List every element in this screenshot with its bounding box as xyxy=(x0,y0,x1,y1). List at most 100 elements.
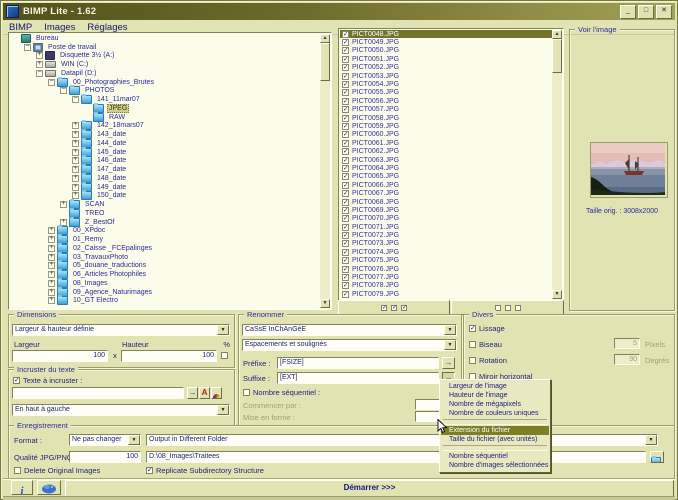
file-item[interactable]: ✓ PICT0061.JPG xyxy=(340,139,552,147)
expand-icon[interactable]: + xyxy=(72,156,79,165)
expand-icon[interactable]: + xyxy=(48,296,55,305)
height-input[interactable]: 100 xyxy=(121,350,217,362)
tree-item[interactable]: +150_date xyxy=(10,190,320,201)
replicate-structure-checkbox[interactable]: ✓ xyxy=(146,467,153,474)
tree-item[interactable]: +144_date xyxy=(10,137,320,148)
minimize-button[interactable]: _ xyxy=(620,4,636,19)
expand-icon[interactable]: + xyxy=(48,270,55,279)
file-checkbox[interactable]: ✓ xyxy=(342,39,349,47)
prefix-input[interactable]: [FSIZE] xyxy=(277,357,439,369)
file-item[interactable]: ✓ PICT0058.JPG xyxy=(340,114,552,122)
file-checkbox[interactable]: ✓ xyxy=(342,215,349,223)
file-checkbox[interactable]: ✓ xyxy=(342,72,349,80)
tree-item[interactable]: − 00_Photographies_Brutes xyxy=(10,76,320,87)
overlay-text-checkbox[interactable]: ✓ xyxy=(13,377,20,384)
file-checkbox[interactable]: ✓ xyxy=(342,97,349,105)
file-checkbox[interactable]: ✓ xyxy=(342,164,349,172)
dimension-mode-select[interactable]: Largeur & hauteur définie ▼ xyxy=(12,324,230,336)
expand-icon[interactable]: + xyxy=(72,121,79,130)
rotate-checkbox[interactable] xyxy=(469,357,476,364)
font-button[interactable]: A xyxy=(199,387,210,399)
tree-item[interactable]: +146_date xyxy=(10,155,320,166)
file-item[interactable]: ✓ PICT0079.JPG xyxy=(340,290,552,298)
file-checkbox[interactable]: ✓ xyxy=(342,122,349,130)
tree-item[interactable]: +08_Images xyxy=(10,277,320,288)
file-item[interactable]: ✓ PICT0053.JPG xyxy=(340,72,552,80)
tree-item[interactable]: +02_Caisse _FCEpalinges xyxy=(10,242,320,253)
file-checkbox[interactable]: ✓ xyxy=(342,114,349,122)
tree-item[interactable]: +00_XPdoc xyxy=(10,225,320,236)
tree-item[interactable]: + WIN (C:) xyxy=(10,60,320,69)
file-checkbox[interactable]: ✓ xyxy=(342,265,349,273)
collapse-icon[interactable]: − xyxy=(24,43,31,51)
chevron-down-icon[interactable]: ▼ xyxy=(444,340,456,350)
tree-item[interactable]: RAW xyxy=(10,111,320,122)
file-item[interactable]: ✓ PICT0059.JPG xyxy=(340,122,552,130)
file-checkbox[interactable]: ✓ xyxy=(342,181,349,189)
scroll-thumb[interactable] xyxy=(552,39,562,73)
file-item[interactable]: ✓ PICT0051.JPG xyxy=(340,55,552,63)
expand-icon[interactable]: + xyxy=(72,165,79,174)
donate-button[interactable] xyxy=(37,480,61,495)
format-select[interactable]: Ne pas changer ▼ xyxy=(69,434,141,446)
tree-item[interactable]: +06_Articles Photophiles xyxy=(10,269,320,280)
scroll-up-icon[interactable]: ▲ xyxy=(552,30,562,39)
file-checkbox[interactable]: ✓ xyxy=(342,290,349,298)
file-checkbox[interactable]: ✓ xyxy=(342,240,349,248)
file-checkbox[interactable]: ✓ xyxy=(342,30,349,38)
bevel-checkbox[interactable] xyxy=(469,341,476,348)
file-item[interactable]: ✓ PICT0075.JPG xyxy=(340,257,552,265)
title-bar[interactable]: BIMP Lite - 1.62 _ □ ✕ xyxy=(3,3,675,20)
menu-item[interactable]: Hauteur de l'image xyxy=(441,391,549,400)
file-checkbox[interactable]: ✓ xyxy=(342,81,349,89)
text-position-select[interactable]: En haut à gauche ▼ xyxy=(12,404,230,416)
chevron-down-icon[interactable]: ▼ xyxy=(645,435,657,445)
file-item[interactable]: ✓ PICT0064.JPG xyxy=(340,164,552,172)
select-all-button[interactable]: ✓ ✓ ✓ xyxy=(338,300,450,315)
scroll-down-icon[interactable]: ▼ xyxy=(552,290,562,299)
file-checkbox[interactable]: ✓ xyxy=(342,248,349,256)
spacing-mode-select[interactable]: Espacements et soulignés ▼ xyxy=(242,339,457,351)
file-item[interactable]: ✓ PICT0066.JPG xyxy=(340,181,552,189)
file-item[interactable]: ✓ PICT0062.JPG xyxy=(340,147,552,156)
collapse-icon[interactable]: − xyxy=(48,78,55,86)
file-item[interactable]: ✓ PICT0078.JPG xyxy=(340,282,552,290)
file-item[interactable]: ✓ PICT0073.JPG xyxy=(340,240,552,248)
tree-item[interactable]: − Datapil (D:) xyxy=(10,69,320,78)
file-checkbox[interactable]: ✓ xyxy=(342,106,349,114)
menu-reglages[interactable]: Réglages xyxy=(81,22,133,33)
expand-icon[interactable]: + xyxy=(48,261,55,270)
tree-item[interactable]: +148_date xyxy=(10,172,320,183)
tree-item[interactable]: − PHOTOS xyxy=(10,85,320,96)
file-checkbox[interactable]: ✓ xyxy=(342,282,349,290)
file-checkbox[interactable]: ✓ xyxy=(342,173,349,181)
quality-input[interactable]: 100 xyxy=(69,451,141,463)
file-item[interactable]: ✓ PICT0049.JPG xyxy=(340,38,552,47)
file-item[interactable]: ✓ PICT0060.JPG xyxy=(340,131,552,139)
tree-item[interactable]: JPEG xyxy=(10,102,320,113)
file-item[interactable]: ✓ PICT0048.JPG xyxy=(340,30,552,39)
tree-item[interactable]: − Poste de travail xyxy=(10,42,320,52)
menu-item[interactable]: Nombre de couleurs uniques xyxy=(441,409,549,418)
prefix-insert-button[interactable]: → xyxy=(442,357,455,369)
expand-icon[interactable]: + xyxy=(48,288,55,296)
width-input[interactable]: 100 xyxy=(12,350,108,362)
chevron-down-icon[interactable]: ▼ xyxy=(128,435,140,445)
chevron-down-icon[interactable]: ▼ xyxy=(217,405,229,415)
expand-icon[interactable]: + xyxy=(72,139,79,147)
file-item[interactable]: ✓ PICT0055.JPG xyxy=(340,89,552,97)
menu-item[interactable]: Extension du fichier xyxy=(441,426,549,435)
delete-originals-checkbox[interactable] xyxy=(14,467,21,474)
output-path-input[interactable]: D:\08_Images\Traitees xyxy=(146,451,646,463)
file-item[interactable]: ✓ PICT0054.JPG xyxy=(340,80,552,89)
tree-item[interactable]: +147_date xyxy=(10,164,320,175)
about-button[interactable]: i xyxy=(11,480,33,495)
expand-icon[interactable]: + xyxy=(72,148,79,156)
deselect-all-button[interactable] xyxy=(451,300,564,315)
file-item[interactable]: ✓ PICT0068.JPG xyxy=(340,198,552,206)
tree-item[interactable]: + Z_BestOf xyxy=(10,216,320,227)
file-item[interactable]: ✓ PICT0070.JPG xyxy=(340,215,552,223)
overlay-text-input[interactable] xyxy=(12,387,184,399)
tree-item[interactable]: +09_Agence_Naturimages xyxy=(10,286,320,297)
tree-item[interactable]: +143_date xyxy=(10,129,320,140)
